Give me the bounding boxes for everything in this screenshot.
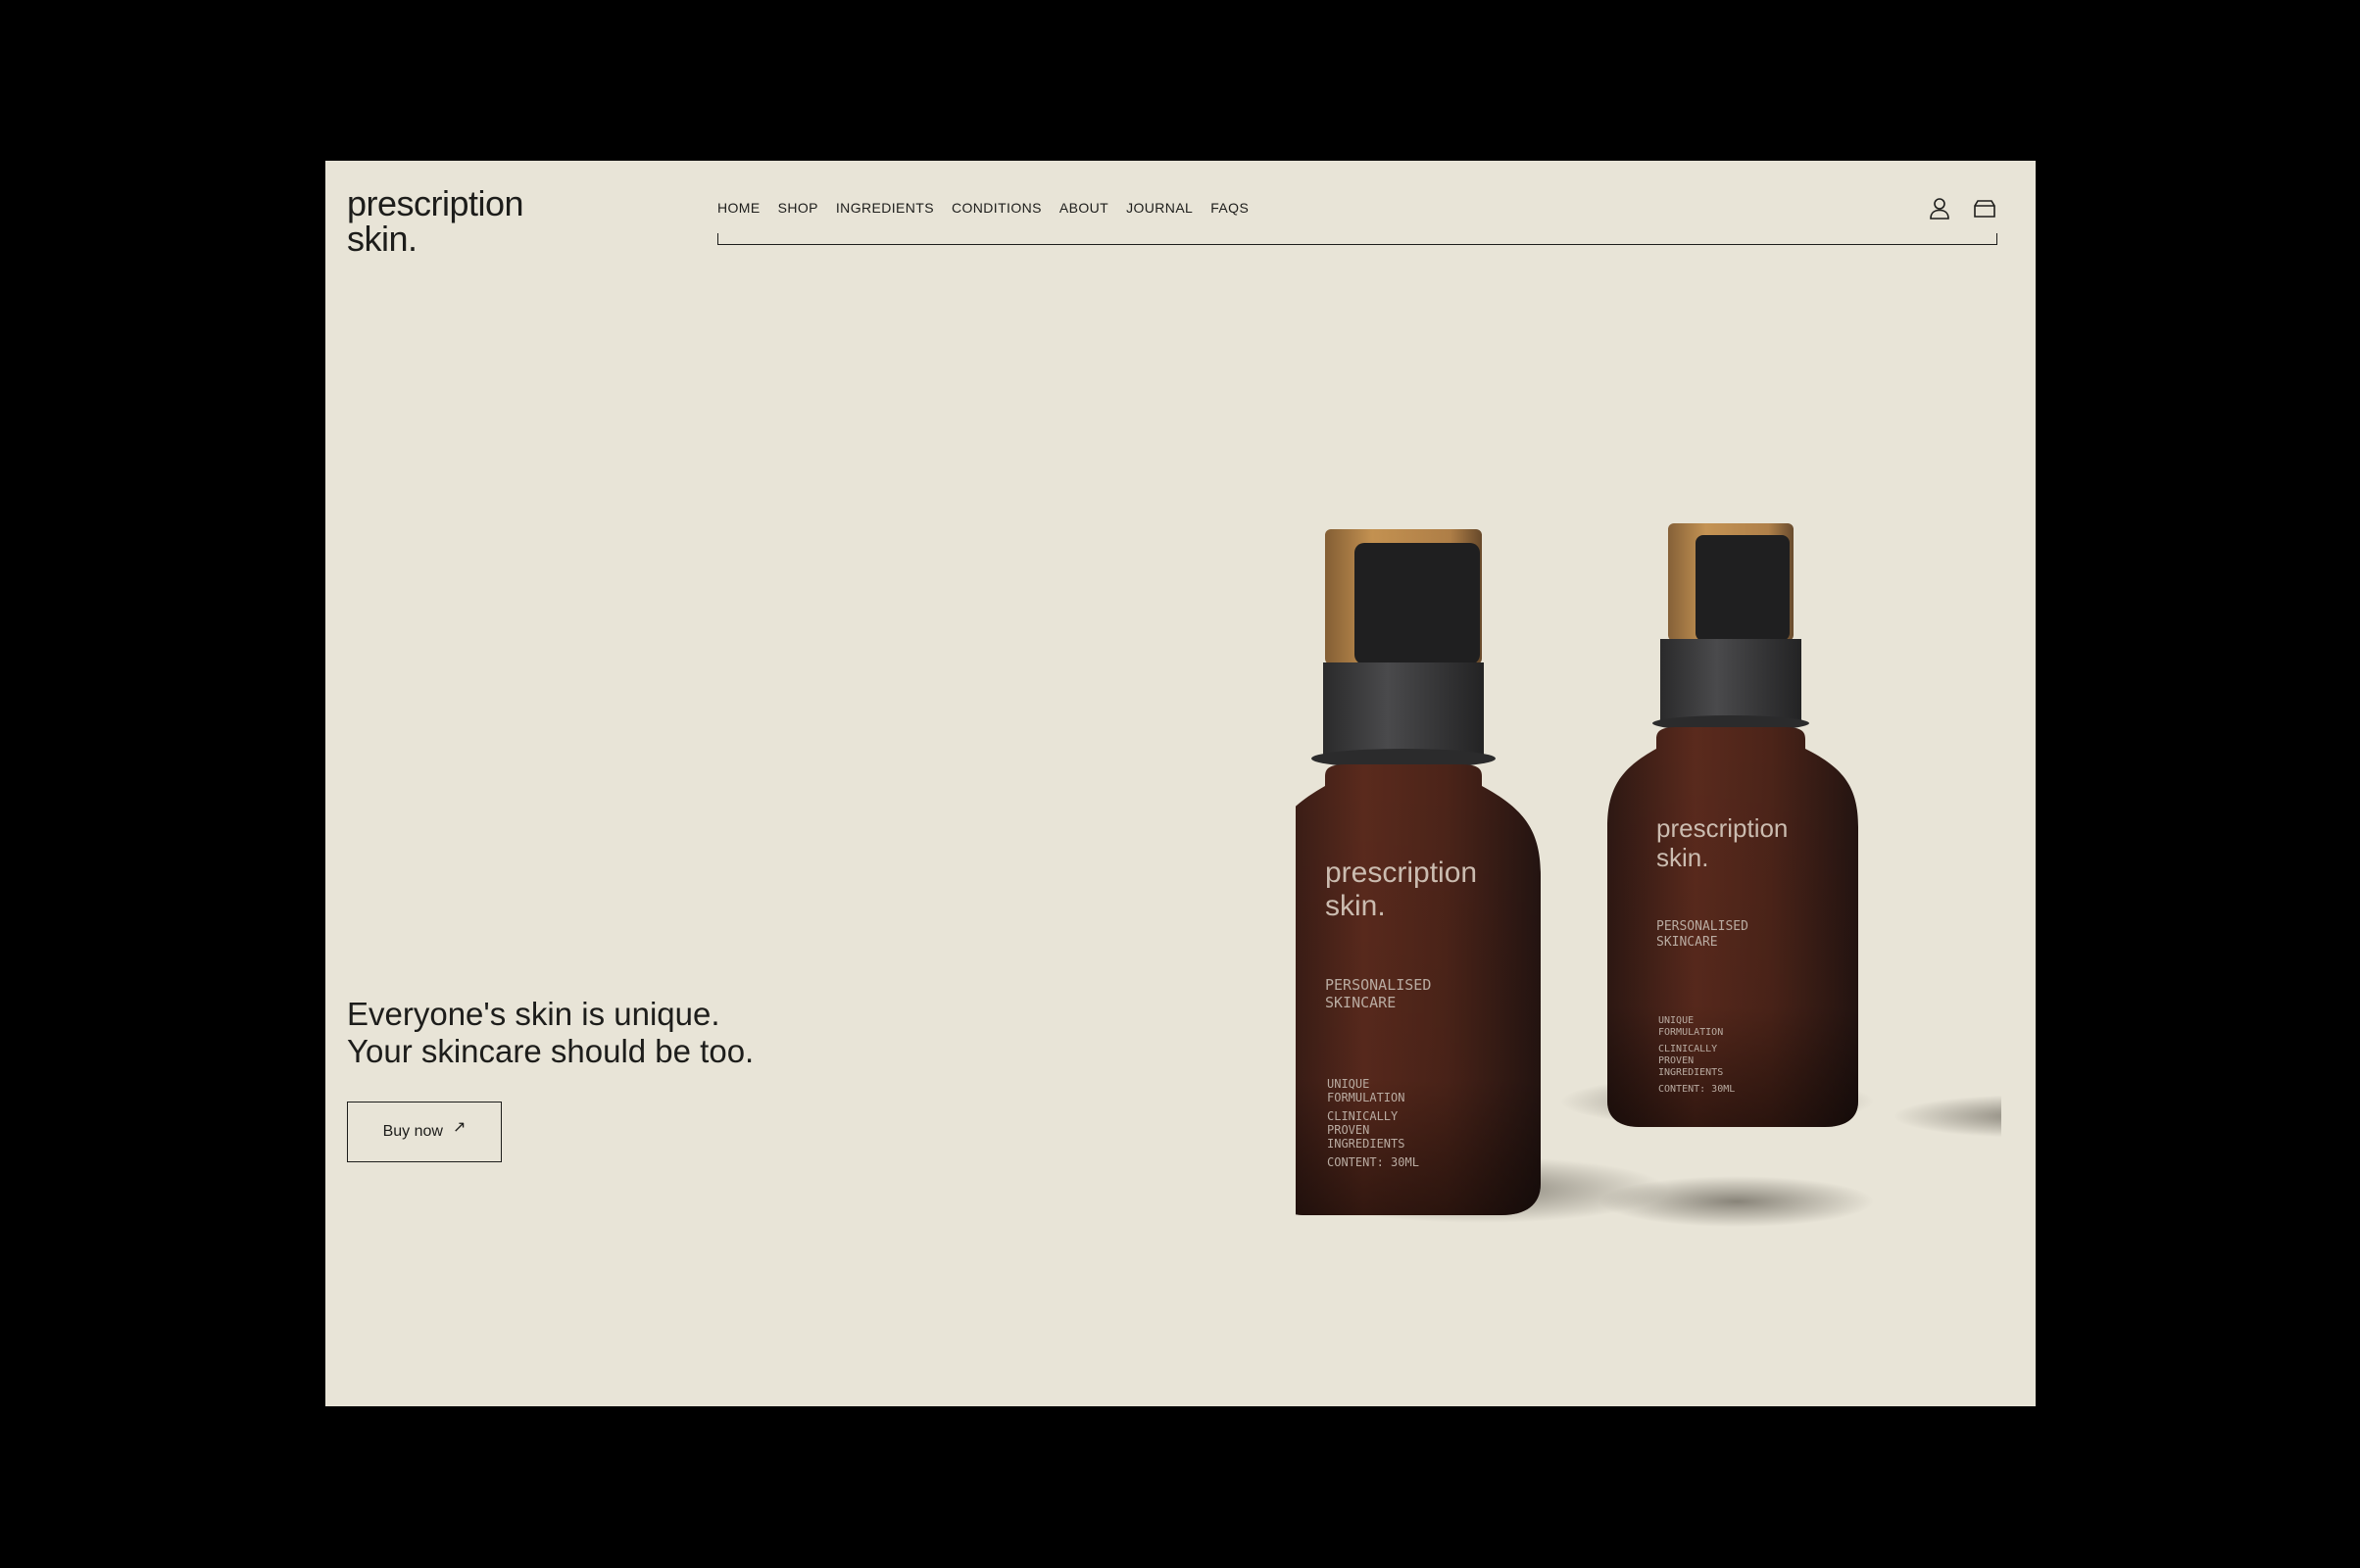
front-label-subtitle-2: SKINCARE bbox=[1325, 994, 1396, 1011]
bottle-front: prescription skin. PERSONALISED SKINCARE… bbox=[1296, 529, 1541, 1215]
hero-headline: Everyone's skin is unique. Your skincare… bbox=[347, 996, 754, 1070]
back-label-subtitle-1: PERSONALISED bbox=[1656, 919, 1748, 934]
front-label-brand-1: prescription bbox=[1325, 857, 1477, 889]
main-nav: HOME SHOP INGREDIENTS CONDITIONS ABOUT J… bbox=[717, 200, 1249, 216]
buy-now-label: Buy now bbox=[382, 1123, 443, 1140]
front-label-brand-2: skin. bbox=[1325, 890, 1386, 922]
buy-now-button[interactable]: Buy now ↗ bbox=[347, 1102, 502, 1162]
back-label-content: CONTENT: 30ML bbox=[1658, 1084, 1735, 1095]
front-label-note2-1: CLINICALLY bbox=[1327, 1109, 1399, 1123]
search-bar[interactable] bbox=[717, 233, 1997, 245]
brand-logo[interactable]: prescription skin. bbox=[347, 183, 524, 259]
back-label-note2-3: INGREDIENTS bbox=[1658, 1067, 1723, 1078]
back-label-note1-2: FORMULATION bbox=[1658, 1027, 1723, 1038]
back-label-subtitle-2: SKINCARE bbox=[1656, 935, 1718, 950]
nav-item-home[interactable]: HOME bbox=[717, 200, 761, 216]
bottle-back: prescription skin. PERSONALISED SKINCARE… bbox=[1607, 523, 1858, 1127]
cart-icon[interactable] bbox=[1972, 196, 1997, 221]
back-label-note2-2: PROVEN bbox=[1658, 1055, 1694, 1066]
back-label-note1-1: UNIQUE bbox=[1658, 1015, 1694, 1026]
back-label-note2-1: CLINICALLY bbox=[1658, 1044, 1717, 1054]
front-label-subtitle-1: PERSONALISED bbox=[1325, 976, 1431, 994]
nav-item-conditions[interactable]: CONDITIONS bbox=[952, 200, 1042, 216]
logo-line-1: prescription bbox=[347, 183, 524, 223]
front-label-content: CONTENT: 30ML bbox=[1327, 1155, 1419, 1169]
arrow-up-right-icon: ↗ bbox=[452, 1119, 467, 1136]
front-label-note1-2: FORMULATION bbox=[1327, 1091, 1404, 1104]
front-label-note1-1: UNIQUE bbox=[1327, 1077, 1369, 1091]
nav-item-journal[interactable]: JOURNAL bbox=[1126, 200, 1193, 216]
hero-headline-line-1: Everyone's skin is unique. bbox=[347, 996, 720, 1032]
logo-line-2: skin. bbox=[347, 219, 418, 259]
nav-item-ingredients[interactable]: INGREDIENTS bbox=[836, 200, 934, 216]
website-frame: prescription skin. HOME SHOP INGREDIENTS… bbox=[325, 161, 2036, 1406]
header-icons bbox=[1927, 196, 1997, 221]
back-label-brand-1: prescription bbox=[1656, 813, 1788, 843]
user-icon[interactable] bbox=[1927, 196, 1952, 221]
product-image: prescription skin. PERSONALISED SKINCARE… bbox=[1296, 523, 2001, 1227]
nav-item-faqs[interactable]: FAQS bbox=[1210, 200, 1249, 216]
hero-headline-line-2: Your skincare should be too. bbox=[347, 1033, 755, 1069]
nav-item-shop[interactable]: SHOP bbox=[778, 200, 818, 216]
front-label-note2-3: INGREDIENTS bbox=[1327, 1137, 1404, 1151]
back-label-brand-2: skin. bbox=[1656, 843, 1708, 872]
nav-item-about[interactable]: ABOUT bbox=[1059, 200, 1108, 216]
front-label-note2-2: PROVEN bbox=[1327, 1123, 1369, 1137]
